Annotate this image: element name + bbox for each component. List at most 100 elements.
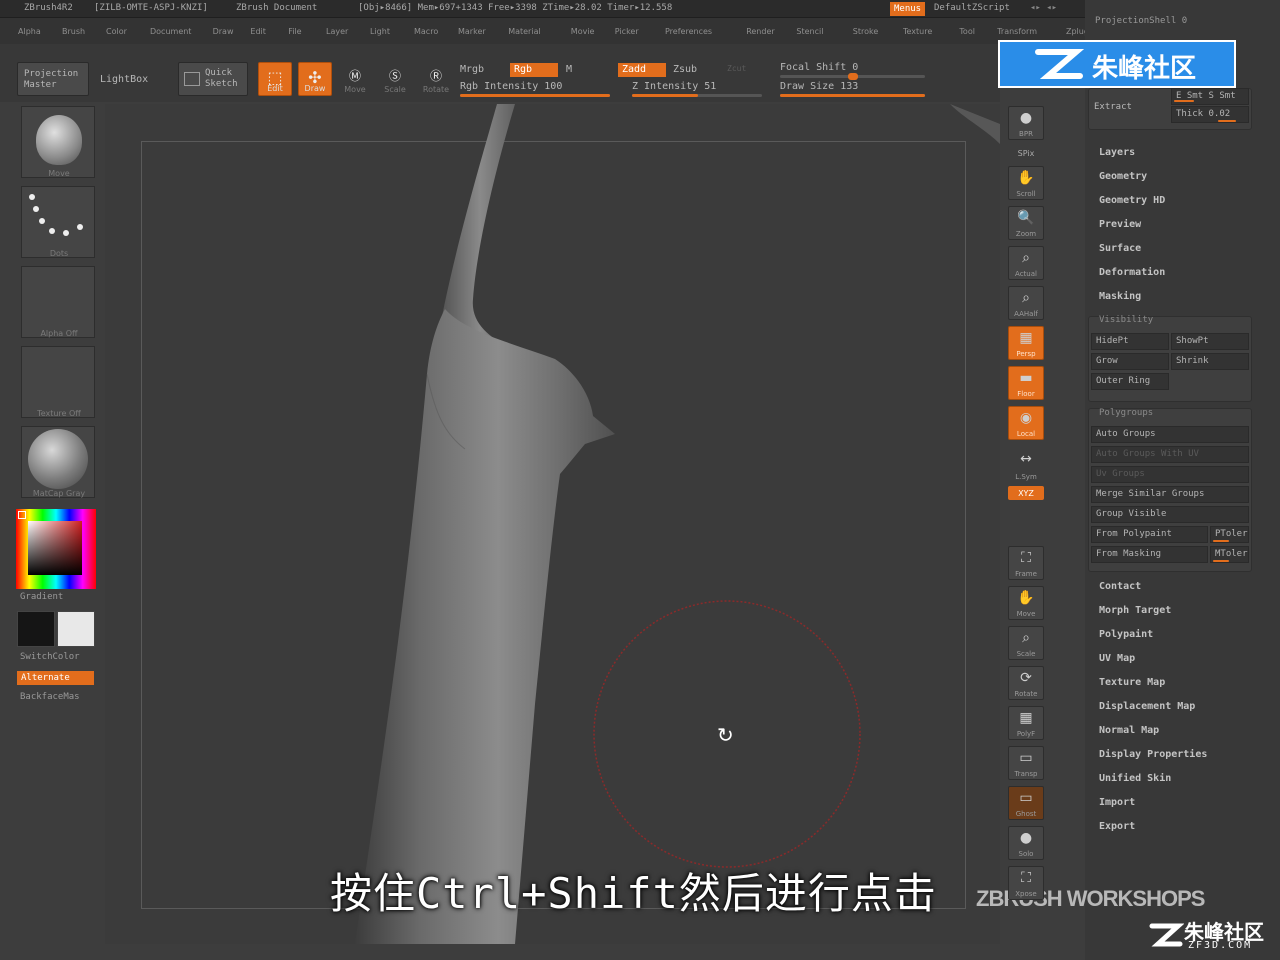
alternate-button[interactable]: Alternate <box>17 671 94 685</box>
shelf-zoom-button[interactable]: 🔍 Zoom <box>1008 206 1044 240</box>
menu-polypaint[interactable]: Polypaint <box>1099 629 1153 640</box>
from-masking-button[interactable]: From Masking <box>1091 546 1208 563</box>
auto-groups-with-uv-button[interactable]: Auto Groups With UV <box>1091 446 1249 463</box>
menu-layers[interactable]: Layers <box>1099 147 1135 158</box>
menu-brush[interactable]: Brush <box>62 27 85 36</box>
outer-ring-button[interactable]: Outer Ring <box>1091 373 1169 390</box>
shelf-polyf-button[interactable]: ▦ PolyF <box>1008 706 1044 740</box>
color-picker[interactable] <box>16 509 96 589</box>
lightbox-button[interactable]: LightBox <box>100 74 148 85</box>
focal-shift-slider[interactable] <box>780 73 925 80</box>
uv-groups-button[interactable]: Uv Groups <box>1091 466 1249 483</box>
menu-stencil[interactable]: Stencil <box>796 27 823 36</box>
menu-light[interactable]: Light <box>370 27 390 36</box>
menu-masking[interactable]: Masking <box>1099 291 1141 302</box>
menu-display-properties[interactable]: Display Properties <box>1099 749 1207 760</box>
zadd-button[interactable]: Zadd <box>618 63 666 77</box>
primary-color-swatch[interactable] <box>17 611 55 647</box>
extract-button[interactable]: Extract <box>1094 102 1132 112</box>
shelf-bpr-button[interactable]: ● BPR <box>1008 106 1044 140</box>
grow-button[interactable]: Grow <box>1091 353 1169 370</box>
shelf-xyz-button[interactable]: XYZ <box>1008 486 1044 500</box>
menu-movie[interactable]: Movie <box>571 27 595 36</box>
gradient-label[interactable]: Gradient <box>20 592 63 602</box>
mrgb-button[interactable]: Mrgb <box>460 64 484 75</box>
menu-tool[interactable]: Tool <box>959 27 975 36</box>
draw-button[interactable]: ✣ Draw <box>298 62 332 96</box>
stroke-thumbnail[interactable]: Dots <box>21 186 95 258</box>
shelf-scroll-button[interactable]: ✋ Scroll <box>1008 166 1044 200</box>
thick-slider[interactable]: Thick 0.02 <box>1171 106 1249 123</box>
shelf-spix-button[interactable]: SPix <box>1008 146 1044 160</box>
auto-groups-button[interactable]: Auto Groups <box>1091 426 1249 443</box>
menu-geometry-hd[interactable]: Geometry HD <box>1099 195 1165 206</box>
projection-master-button[interactable]: Projection Master <box>17 62 89 96</box>
menu-preferences[interactable]: Preferences <box>665 27 712 36</box>
menu-marker[interactable]: Marker <box>458 27 486 36</box>
from-polypaint-button[interactable]: From Polypaint <box>1091 526 1208 543</box>
rotate-button[interactable]: Ⓡ Rotate <box>420 62 452 96</box>
hidept-button[interactable]: HidePt <box>1091 333 1169 350</box>
menu-picker[interactable]: Picker <box>615 27 639 36</box>
menu-stroke[interactable]: Stroke <box>853 27 879 36</box>
shelf-persp-button[interactable]: ▦ Persp <box>1008 326 1044 360</box>
quick-sketch-button[interactable]: Quick Sketch <box>178 62 248 96</box>
switchcolor-button[interactable]: SwitchColor <box>20 652 80 662</box>
m-button[interactable]: M <box>566 64 572 75</box>
menu-uv-map[interactable]: UV Map <box>1099 653 1135 664</box>
menu-document[interactable]: Document <box>150 27 191 36</box>
menu-deformation[interactable]: Deformation <box>1099 267 1165 278</box>
shelf-actual-button[interactable]: ⌕ Actual <box>1008 246 1044 280</box>
move-button[interactable]: Ⓜ Move <box>340 62 370 96</box>
menu-edit[interactable]: Edit <box>250 27 266 36</box>
material-thumbnail[interactable]: MatCap Gray <box>21 426 95 498</box>
menu-export[interactable]: Export <box>1099 821 1135 832</box>
menu-geometry[interactable]: Geometry <box>1099 171 1147 182</box>
menu-preview[interactable]: Preview <box>1099 219 1141 230</box>
projection-shell-label[interactable]: ProjectionShell 0 <box>1095 16 1187 26</box>
zsub-button[interactable]: Zsub <box>673 64 697 75</box>
menu-unified-skin[interactable]: Unified Skin <box>1099 773 1171 784</box>
secondary-color-swatch[interactable] <box>57 611 95 647</box>
nav-arrows-icon[interactable]: ◂▸ ◂▸ <box>1030 3 1057 13</box>
showpt-button[interactable]: ShowPt <box>1171 333 1249 350</box>
shelf-aahalf-button[interactable]: ⌕ AAHalf <box>1008 286 1044 320</box>
menu-contact[interactable]: Contact <box>1099 581 1141 592</box>
rgb-button[interactable]: Rgb <box>510 63 558 77</box>
menu-texture-map[interactable]: Texture Map <box>1099 677 1165 688</box>
menu-macro[interactable]: Macro <box>414 27 438 36</box>
shelf-scale-button[interactable]: ⌕ Scale <box>1008 626 1044 660</box>
menu-normal-map[interactable]: Normal Map <box>1099 725 1159 736</box>
texture-thumbnail[interactable]: Texture Off <box>21 346 95 418</box>
sculpt-model[interactable]: ↻ <box>105 104 1000 944</box>
draw-size-slider[interactable] <box>780 94 925 97</box>
menu-layer[interactable]: Layer <box>326 27 348 36</box>
menu-morph-target[interactable]: Morph Target <box>1099 605 1171 616</box>
shrink-button[interactable]: Shrink <box>1171 353 1249 370</box>
menu-file[interactable]: File <box>288 27 301 36</box>
z-intensity-slider[interactable] <box>632 94 762 97</box>
zcut-button[interactable]: Zcut <box>727 64 746 73</box>
menu-surface[interactable]: Surface <box>1099 243 1141 254</box>
menu-transform[interactable]: Transform <box>997 27 1037 36</box>
merge-similar-groups-button[interactable]: Merge Similar Groups <box>1091 486 1249 503</box>
shelf-rotate-button[interactable]: ⟳ Rotate <box>1008 666 1044 700</box>
menu-import[interactable]: Import <box>1099 797 1135 808</box>
shelf-frame-button[interactable]: ⛶ Frame <box>1008 546 1044 580</box>
shelf-solo-button[interactable]: ● Solo <box>1008 826 1044 860</box>
menu-displacement-map[interactable]: Displacement Map <box>1099 701 1195 712</box>
backface-mask-button[interactable]: BackfaceMas <box>20 692 80 702</box>
shelf-local-button[interactable]: ◉ Local <box>1008 406 1044 440</box>
brush-thumbnail[interactable]: Move <box>21 106 95 178</box>
menu-render[interactable]: Render <box>746 27 774 36</box>
menu-alpha[interactable]: Alpha <box>18 27 41 36</box>
menu-draw[interactable]: Draw <box>213 27 234 36</box>
shelf-transp-button[interactable]: ▭ Transp <box>1008 746 1044 780</box>
shelf-ghost-button[interactable]: ▭ Ghost <box>1008 786 1044 820</box>
alpha-thumbnail[interactable]: Alpha Off <box>21 266 95 338</box>
shelf-xpose-button[interactable]: ⛶ Xpose <box>1008 866 1044 900</box>
group-visible-button[interactable]: Group Visible <box>1091 506 1249 523</box>
rgb-intensity-slider[interactable] <box>460 94 610 97</box>
edit-button[interactable]: ⬚ Edit <box>258 62 292 96</box>
menu-color[interactable]: Color <box>106 27 127 36</box>
